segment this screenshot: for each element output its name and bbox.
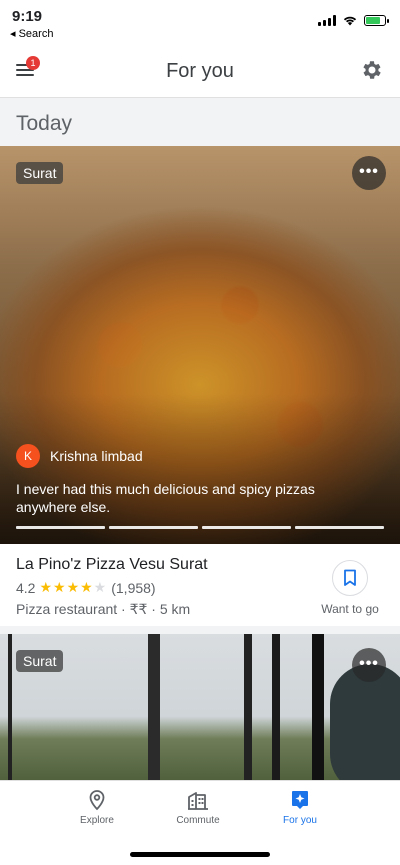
- rating-value: 4.2: [16, 579, 36, 596]
- star-rating-icon: ★★★★★: [39, 579, 108, 595]
- location-chip[interactable]: Surat: [16, 650, 64, 672]
- author-name: Krishna limbad: [50, 448, 143, 464]
- status-icons: [318, 14, 389, 26]
- place-info[interactable]: La Pino'z Pizza Vesu Surat 4.2 ★★★★★ (1,…: [16, 556, 208, 618]
- location-chip[interactable]: Surat: [16, 162, 64, 184]
- status-time: 9:19: [12, 8, 43, 25]
- more-options-button[interactable]: •••: [352, 648, 386, 682]
- tab-commute[interactable]: Commute: [153, 789, 243, 826]
- window-view-photo[interactable]: Surat •••: [0, 634, 400, 784]
- progress-segment: [202, 526, 291, 529]
- commute-icon: [188, 792, 208, 810]
- back-to-search-link[interactable]: ◂ Search: [10, 27, 53, 40]
- progress-segment: [16, 526, 105, 529]
- want-to-go-label: Want to go: [321, 602, 379, 616]
- location-pin-icon: [89, 790, 105, 811]
- progress-segment: [295, 526, 384, 529]
- signal-icon: [318, 14, 336, 26]
- battery-icon: [364, 14, 389, 26]
- more-options-button[interactable]: •••: [352, 156, 386, 190]
- tab-label: For you: [283, 815, 317, 826]
- pizza-photo[interactable]: Surat ••• K Krishna limbad I never had t…: [0, 146, 400, 544]
- place-card[interactable]: Surat ••• K Krishna limbad I never had t…: [0, 146, 400, 626]
- settings-gear-icon[interactable]: [360, 58, 384, 82]
- rating-row: 4.2 ★★★★★ (1,958): [16, 579, 208, 596]
- photo-progress-indicator: [16, 526, 384, 529]
- page-title: For you: [166, 60, 234, 82]
- progress-segment: [109, 526, 198, 529]
- home-indicator: [130, 852, 270, 857]
- avatar: K: [16, 444, 40, 468]
- review-text: I never had this much delicious and spic…: [16, 481, 315, 515]
- place-meta: Pizza restaurant · ₹₹ · 5 km: [16, 601, 191, 617]
- wifi-icon: [343, 16, 357, 26]
- place-card[interactable]: Surat •••: [0, 634, 400, 784]
- want-to-go-button[interactable]: Want to go: [320, 560, 380, 616]
- section-title-today: Today: [16, 112, 73, 135]
- review-count: (1,958): [111, 579, 156, 596]
- tab-label: Commute: [176, 815, 220, 826]
- app-bar: 1 For you: [0, 44, 400, 98]
- place-name[interactable]: La Pino'z Pizza Vesu Surat: [16, 556, 208, 574]
- tab-explore[interactable]: Explore: [52, 789, 142, 826]
- for-you-sparkle-icon: [292, 791, 308, 809]
- review-author[interactable]: K Krishna limbad: [16, 444, 143, 468]
- bookmark-icon: [344, 569, 356, 586]
- tab-for-you[interactable]: For you: [255, 789, 345, 826]
- tab-label: Explore: [80, 815, 114, 826]
- status-bar: 9:19 ◂ Search: [0, 0, 400, 44]
